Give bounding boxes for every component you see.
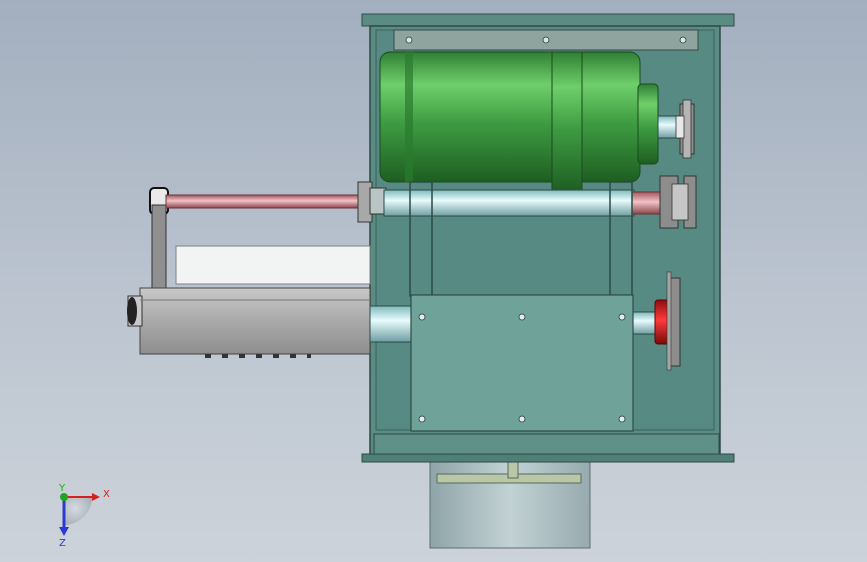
double-sprocket [659, 175, 697, 229]
cover-plate [410, 294, 634, 432]
triad-shade [64, 497, 92, 525]
coordinate-triad: X Y Z [58, 483, 110, 549]
cad-drawing-canvas: X Y Z [58, 13, 735, 549]
z-axis-label: Z [59, 538, 66, 549]
tension-arm [149, 187, 169, 296]
z-axis-arrowhead [59, 527, 69, 536]
y-axis-origin [60, 493, 68, 501]
electric-motor [379, 51, 683, 193]
main-drive-shaft [383, 189, 661, 217]
roller-housing [127, 287, 371, 358]
base-block [429, 457, 591, 549]
guide-plate [175, 245, 371, 285]
connecting-rod [165, 181, 387, 223]
x-axis-label: X [103, 489, 110, 500]
x-axis-arrowhead [92, 493, 100, 501]
y-axis-label: Y [58, 483, 66, 494]
mounting-bar [393, 29, 699, 51]
